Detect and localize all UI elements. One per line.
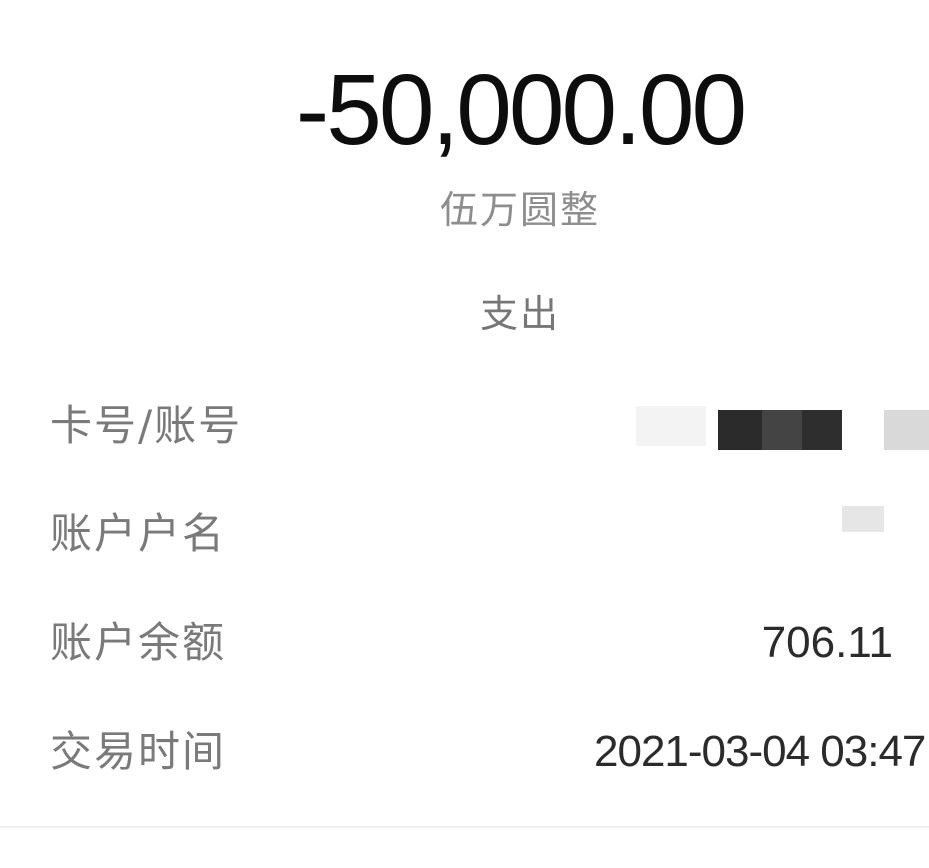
card-number-redaction-2 (718, 410, 762, 450)
card-number-redaction-5 (884, 410, 929, 450)
card-number-redaction-4 (802, 410, 842, 450)
detail-row-balance: 账户余额 706.11 (0, 613, 929, 673)
balance-value: 706.11 (761, 618, 893, 667)
transaction-time-value: 2021-03-04 03:47 (594, 727, 926, 776)
account-name-label: 账户户名 (50, 509, 227, 558)
detail-row-transaction-time: 交易时间 2021-03-04 03:47 (0, 722, 929, 782)
card-number-redaction-1 (636, 406, 706, 446)
detail-row-account-name: 账户户名 (0, 504, 929, 564)
card-number-label: 卡号/账号 (50, 401, 243, 450)
account-name-redaction (842, 506, 884, 532)
transaction-amount: -50,000.00 (295, 54, 747, 166)
bottom-divider (0, 826, 929, 828)
transaction-type: 支出 (479, 292, 560, 336)
transaction-time-label: 交易时间 (50, 727, 227, 776)
balance-label: 账户余额 (50, 618, 227, 667)
card-number-redaction-3 (762, 410, 802, 450)
amount-in-words: 伍万圆整 (439, 188, 600, 232)
